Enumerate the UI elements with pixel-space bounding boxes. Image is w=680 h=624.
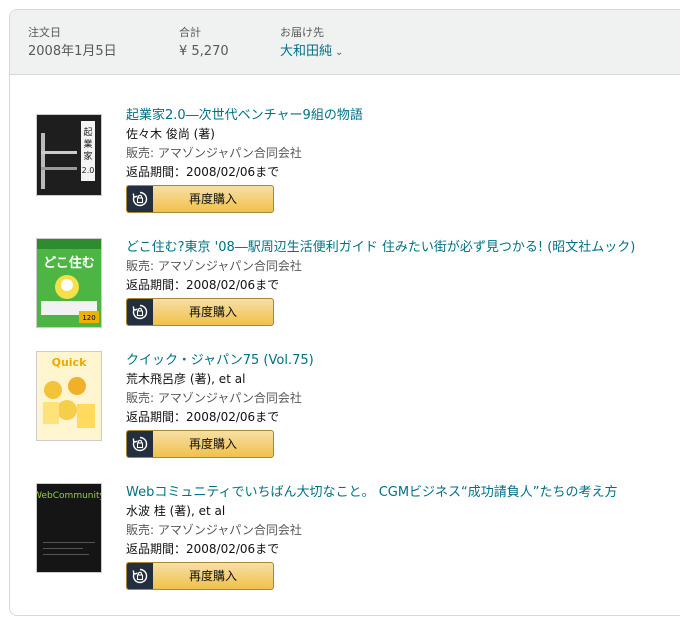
item-title-link[interactable]: 起業家2.0―次世代ベンチャー9組の物語: [126, 106, 680, 125]
book-cover-image: WebCommunity: [37, 484, 101, 572]
item-return-window: 返品期間：2008/02/06まで: [126, 410, 280, 424]
buy-again-icon: [127, 299, 153, 325]
buy-again-button[interactable]: 再度購入: [126, 298, 274, 326]
svg-text:起: 起: [83, 127, 92, 138]
buy-again-label[interactable]: 再度購入: [153, 299, 273, 325]
buy-again-icon: [127, 186, 153, 212]
order-header: 注文日 2008年1月5日 合計 ¥ 5,270 お届け先 大和田純 ⌄: [10, 10, 680, 75]
book-cover[interactable]: どこ住む 120: [36, 238, 102, 328]
ship-to-dropdown[interactable]: 大和田純 ⌄: [280, 42, 343, 63]
svg-text:Quick: Quick: [52, 356, 87, 369]
item-author: 水波 桂 (著), et al: [126, 504, 226, 518]
order-date-label: 注文日: [28, 26, 61, 39]
svg-text:家: 家: [83, 150, 92, 162]
item-seller: 販売: アマゾンジャパン合同会社: [126, 391, 302, 405]
item-author: 佐々木 俊尚 (著): [126, 127, 215, 141]
item-info: クイック・ジャパン75 (Vol.75) 荒木飛呂彦 (著), et al 販売…: [126, 351, 680, 458]
buy-again-button[interactable]: 再度購入: [126, 430, 274, 458]
ship-to-col: お届け先 大和田純 ⌄: [280, 26, 343, 63]
item-info: どこ住む?東京 '08―駅周辺生活便利ガイド 住みたい街が必ず見つかる! (昭文…: [126, 238, 680, 326]
item-seller: 販売: アマゾンジャパン合同会社: [126, 523, 302, 537]
buy-again-icon: [127, 563, 153, 589]
item-seller: 販売: アマゾンジャパン合同会社: [126, 259, 302, 273]
svg-text:2.0: 2.0: [82, 166, 95, 175]
order-total-col: 合計 ¥ 5,270: [179, 26, 229, 62]
ship-to-label: お届け先: [280, 26, 324, 39]
buy-again-label[interactable]: 再度購入: [153, 431, 273, 457]
buy-again-label[interactable]: 再度購入: [153, 563, 273, 589]
buy-again-label[interactable]: 再度購入: [153, 186, 273, 212]
item-title-link[interactable]: どこ住む?東京 '08―駅周辺生活便利ガイド 住みたい街が必ず見つかる! (昭文…: [126, 238, 680, 257]
item-title-link[interactable]: クイック・ジャパン75 (Vol.75): [126, 351, 680, 370]
book-cover-image: Quick: [37, 352, 101, 440]
svg-text:どこ住む: どこ住む: [43, 255, 95, 271]
order-date: 2008年1月5日: [28, 44, 117, 59]
item-info: Webコミュニティでいちばん大切なこと。 CGMビジネス“成功請負人”たちの考え…: [126, 483, 680, 590]
item-info: 起業家2.0―次世代ベンチャー9組の物語 佐々木 俊尚 (著) 販売: アマゾン…: [126, 106, 680, 213]
order-total-label: 合計: [179, 26, 201, 39]
chevron-down-icon[interactable]: ⌄: [335, 47, 343, 58]
book-cover[interactable]: Quick: [36, 351, 102, 441]
item-seller: 販売: アマゾンジャパン合同会社: [126, 146, 302, 160]
svg-text:120: 120: [82, 314, 95, 322]
buy-again-button[interactable]: 再度購入: [126, 185, 274, 213]
book-cover[interactable]: 起 業 家 2.0: [36, 114, 102, 196]
svg-text:WebCommunity: WebCommunity: [37, 491, 101, 501]
item-title-link[interactable]: Webコミュニティでいちばん大切なこと。 CGMビジネス“成功請負人”たちの考え…: [126, 483, 680, 502]
order-date-col: 注文日 2008年1月5日: [28, 26, 117, 62]
item-return-window: 返品期間：2008/02/06まで: [126, 165, 280, 179]
buy-again-icon: [127, 431, 153, 457]
ship-to-name[interactable]: 大和田純: [280, 44, 332, 59]
item-return-window: 返品期間：2008/02/06まで: [126, 278, 280, 292]
item-return-window: 返品期間：2008/02/06まで: [126, 542, 280, 556]
book-cover[interactable]: WebCommunity: [36, 483, 102, 573]
book-cover-image: どこ住む 120: [37, 239, 101, 327]
book-cover-image: 起 業 家 2.0: [37, 115, 101, 195]
item-author: 荒木飛呂彦 (著), et al: [126, 372, 246, 386]
svg-text:業: 業: [83, 138, 92, 150]
order-total: ¥ 5,270: [179, 44, 229, 59]
buy-again-button[interactable]: 再度購入: [126, 562, 274, 590]
